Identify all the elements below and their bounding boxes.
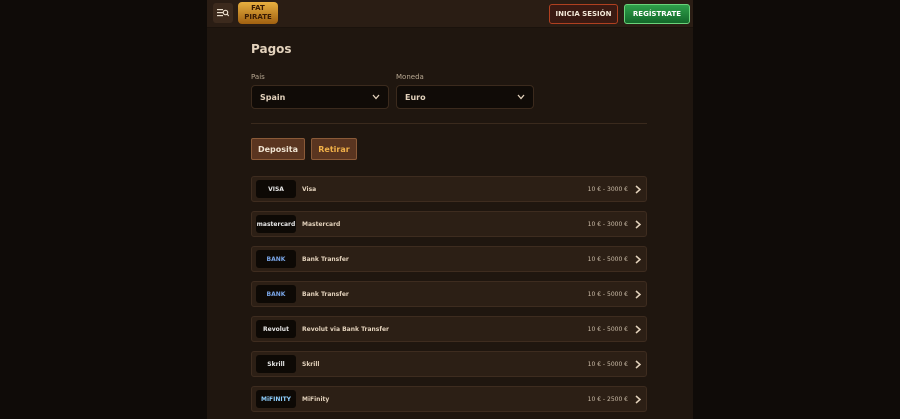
payment-row[interactable]: BANK Bank Transfer 10 € - 5000 €: [251, 281, 647, 307]
payment-name: Bank Transfer: [302, 291, 349, 298]
visa-logo: VISA: [256, 180, 296, 198]
payment-name: Revolut via Bank Transfer: [302, 326, 390, 333]
payment-range: 10 € - 5000 €: [587, 361, 628, 368]
payment-name: Visa: [302, 186, 317, 193]
payment-name: MiFinity: [302, 396, 330, 403]
payment-range: 10 € - 2500 €: [587, 396, 628, 403]
currency-select[interactable]: Euro: [396, 85, 534, 109]
chevron-right-icon: [635, 395, 641, 404]
chevron-right-icon: [635, 255, 641, 264]
mastercard-logo: mastercard: [256, 215, 296, 233]
payment-range: 10 € - 3000 €: [587, 221, 628, 228]
chevron-down-icon: [517, 94, 525, 100]
payment-range: 10 € - 5000 €: [587, 326, 628, 333]
chevron-right-icon: [635, 185, 641, 194]
chevron-right-icon: [635, 360, 641, 369]
top-bar: FAT PIRATE INICIA SESIÓN REGÍSTRATE: [207, 0, 693, 28]
chevron-right-icon: [635, 220, 641, 229]
currency-label: Moneda: [396, 73, 424, 81]
skrill-logo: Skrill: [256, 355, 296, 373]
register-button[interactable]: REGÍSTRATE: [624, 4, 690, 24]
menu-search-icon: [217, 9, 229, 17]
page-title: Pagos: [251, 42, 292, 56]
payment-row[interactable]: MiFINITY MiFinity 10 € - 2500 €: [251, 386, 647, 412]
payment-row[interactable]: BANK Bank Transfer 10 € - 5000 €: [251, 246, 647, 272]
payment-range: 10 € - 3000 €: [587, 186, 628, 193]
payment-name: Skrill: [302, 361, 320, 368]
mifinity-logo: MiFINITY: [256, 390, 296, 408]
brand-logo[interactable]: FAT PIRATE: [238, 2, 278, 24]
payments-panel: Pagos País Spain Moneda Euro Deposita Re…: [207, 28, 693, 419]
payment-range: 10 € - 5000 €: [587, 291, 628, 298]
payment-row[interactable]: Revolut Revolut via Bank Transfer 10 € -…: [251, 316, 647, 342]
right-backdrop: [693, 0, 900, 419]
bank-logo: BANK: [256, 250, 296, 268]
logo-line2: PIRATE: [244, 13, 272, 21]
chevron-right-icon: [635, 325, 641, 334]
revolut-logo: Revolut: [256, 320, 296, 338]
divider: [251, 123, 647, 124]
chevron-down-icon: [372, 94, 380, 100]
country-value: Spain: [260, 92, 286, 102]
chevron-right-icon: [635, 290, 641, 299]
payment-range: 10 € - 5000 €: [587, 256, 628, 263]
menu-button[interactable]: [213, 3, 233, 23]
country-select[interactable]: Spain: [251, 85, 389, 109]
logo-line1: FAT: [251, 4, 265, 12]
bank-logo: BANK: [256, 285, 296, 303]
payment-name: Mastercard: [302, 221, 341, 228]
currency-value: Euro: [405, 92, 426, 102]
left-backdrop: [0, 0, 207, 419]
payment-row[interactable]: Skrill Skrill 10 € - 5000 €: [251, 351, 647, 377]
tab-deposit[interactable]: Deposita: [251, 138, 305, 160]
country-label: País: [251, 73, 265, 81]
payment-row[interactable]: VISA Visa 10 € - 3000 €: [251, 176, 647, 202]
login-button[interactable]: INICIA SESIÓN: [549, 4, 618, 24]
payment-name: Bank Transfer: [302, 256, 349, 263]
tab-withdraw[interactable]: Retirar: [311, 138, 357, 160]
payment-row[interactable]: mastercard Mastercard 10 € - 3000 €: [251, 211, 647, 237]
